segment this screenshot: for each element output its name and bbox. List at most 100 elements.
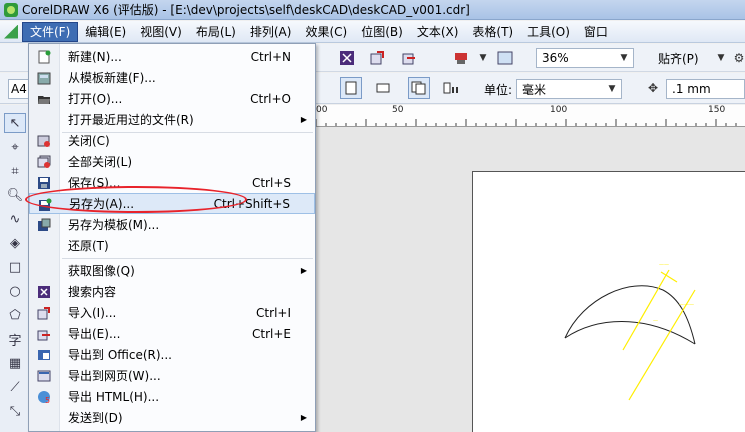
zoom-tool-icon[interactable]: 🔍︎ — [4, 185, 26, 205]
drawing-page[interactable]: —— ——— — — [472, 171, 745, 432]
chevron-down-icon[interactable]: ▼ — [472, 47, 494, 69]
svg-text:——: —— — [659, 262, 669, 268]
nudge-icon: ✥ — [647, 81, 659, 95]
menu-separator — [62, 258, 313, 259]
launcher-icon[interactable] — [336, 47, 358, 69]
close-document-icon — [36, 133, 52, 148]
highlight-annotation-ellipse — [25, 186, 247, 213]
zoom-level-value: 36% — [542, 51, 569, 65]
save-icon — [36, 175, 52, 190]
nudge-distance-input[interactable]: .1 mm — [666, 79, 745, 99]
menu-item-open[interactable]: 打开(O)... Ctrl+O — [29, 88, 315, 109]
welcome-screen-icon[interactable] — [494, 47, 516, 69]
menu-item-export-web[interactable]: 导出到网页(W)... — [29, 365, 315, 386]
portrait-icon[interactable] — [340, 77, 362, 99]
menu-item-export[interactable]: 导出(E)... Ctrl+E — [29, 323, 315, 344]
rectangle-tool-icon[interactable]: □ — [4, 257, 26, 277]
export-icon — [36, 326, 52, 341]
title-bar: CorelDRAW X6 (评估版) - [E:\dev\projects\se… — [0, 0, 745, 20]
export-toolbar-icon[interactable] — [398, 47, 420, 69]
svg-text:———: ——— — [679, 302, 694, 308]
text-tool-icon[interactable]: 字 — [4, 329, 26, 349]
horizontal-ruler: 00 50 100 150 — [312, 105, 745, 127]
ellipse-tool-icon[interactable]: ○ — [4, 281, 26, 301]
table-tool-icon[interactable]: ▦ — [4, 353, 26, 373]
pick-tool-icon[interactable]: ↖ — [4, 113, 26, 133]
menu-bar: 文件(F) 编辑(E) 视图(V) 布局(L) 排列(A) 效果(C) 位图(B… — [0, 21, 745, 43]
all-pages-icon[interactable] — [408, 77, 430, 99]
current-page-icon[interactable] — [440, 77, 462, 99]
ruler-label: 100 — [550, 105, 568, 115]
snap-to-label[interactable]: 贴齐(P) — [658, 50, 699, 67]
submenu-arrow-icon: ▶ — [300, 413, 307, 422]
menu-item-import[interactable]: 导入(I)... Ctrl+I — [29, 302, 315, 323]
zoom-level-combo[interactable]: 36% ▼ — [536, 48, 634, 68]
new-document-icon — [36, 49, 52, 64]
menu-file[interactable]: 文件(F) — [22, 21, 79, 42]
dimension-tool-icon[interactable]: ⟋ — [4, 377, 26, 397]
menu-view[interactable]: 视图(V) — [133, 22, 189, 42]
submenu-arrow-icon: ▶ — [300, 266, 307, 275]
chevron-down-icon: ▼ — [620, 53, 628, 63]
units-combo[interactable]: 毫米 ▼ — [516, 79, 622, 99]
menu-item-save-as-template[interactable]: 另存为模板(M)... — [29, 214, 315, 235]
page-size-combo[interactable]: A4 — [8, 79, 30, 99]
new-from-template-icon — [36, 70, 52, 85]
menu-item-search-content[interactable]: 搜索内容 — [29, 281, 315, 302]
menu-item-send-to[interactable]: 发送到(D) ▶ — [29, 407, 315, 428]
menu-item-open-recent[interactable]: 打开最近用过的文件(R) ▶ — [29, 109, 315, 130]
publish-pdf-icon[interactable] — [450, 47, 472, 69]
menu-layout[interactable]: 布局(L) — [189, 22, 243, 42]
menu-item-new-from-template[interactable]: 从模板新建(F)... — [29, 67, 315, 88]
units-value: 毫米 — [522, 82, 547, 97]
save-as-template-icon — [36, 217, 52, 232]
svg-text:5: 5 — [45, 396, 50, 404]
shape-tool-icon[interactable]: ⌖ — [4, 137, 26, 157]
menu-table[interactable]: 表格(T) — [465, 22, 520, 42]
menu-item-close-all[interactable]: 全部关闭(L) — [29, 151, 315, 172]
chevron-down-icon: ▼ — [608, 84, 616, 94]
menu-item-export-html[interactable]: 5 导出 HTML(H)... — [29, 386, 315, 407]
freehand-tool-icon[interactable]: ∿ — [4, 209, 26, 229]
submenu-arrow-icon: ▶ — [300, 115, 307, 124]
menu-edit[interactable]: 编辑(E) — [78, 22, 133, 42]
toolbox: ↖ ⌖ ⌗ 🔍︎ ∿ ◈ □ ○ ⬠ 字 ▦ ⟋ ⤡ — [0, 105, 30, 432]
polygon-tool-icon[interactable]: ⬠ — [4, 305, 26, 325]
nudge-distance-value: .1 mm — [672, 82, 711, 96]
export-office-icon — [36, 347, 52, 362]
menu-item-acquire-image[interactable]: 获取图像(Q) ▶ — [29, 260, 315, 281]
menu-item-export-office[interactable]: 导出到 Office(R)... — [29, 344, 315, 365]
menu-item-revert[interactable]: 还原(T) — [29, 235, 315, 256]
menu-item-new[interactable]: 新建(N)... Ctrl+N — [29, 46, 315, 67]
search-content-icon — [36, 284, 52, 299]
crop-tool-icon[interactable]: ⌗ — [4, 161, 26, 181]
ruler-label: 50 — [392, 105, 404, 115]
coreldraw-app-icon — [4, 2, 18, 17]
ruler-label: 00 — [316, 105, 328, 115]
import-toolbar-icon[interactable] — [366, 47, 388, 69]
landscape-icon[interactable] — [372, 77, 394, 99]
menu-tools[interactable]: 工具(O) — [520, 22, 577, 42]
menu-logo-icon — [0, 21, 22, 43]
menu-text[interactable]: 文本(X) — [410, 22, 466, 42]
units-label: 单位: — [484, 83, 513, 97]
menu-arrange[interactable]: 排列(A) — [243, 22, 299, 42]
options-gear-icon[interactable]: ⚙ — [728, 47, 745, 69]
connector-tool-icon[interactable]: ⤡ — [4, 401, 26, 421]
drawing-canvas[interactable]: —— ——— — — [312, 127, 745, 432]
svg-text:—: — — [653, 318, 658, 324]
open-folder-icon — [36, 91, 52, 106]
import-icon — [36, 305, 52, 320]
smart-fill-icon[interactable]: ◈ — [4, 233, 26, 253]
close-all-icon — [36, 154, 52, 169]
export-html-icon: 5 — [36, 389, 52, 404]
menu-bitmaps[interactable]: 位图(B) — [354, 22, 410, 42]
file-menu-dropdown: 新建(N)... Ctrl+N 从模板新建(F)... 打开(O)... Ctr… — [28, 43, 316, 432]
ruler-label: 150 — [708, 105, 726, 115]
menu-effects[interactable]: 效果(C) — [298, 22, 354, 42]
menu-window[interactable]: 窗口 — [577, 22, 615, 42]
page-size-value: A4 — [11, 82, 27, 96]
menu-item-close[interactable]: 关闭(C) — [29, 130, 315, 151]
export-web-icon — [36, 368, 52, 383]
cad-drawing: —— ——— — — [564, 262, 696, 401]
